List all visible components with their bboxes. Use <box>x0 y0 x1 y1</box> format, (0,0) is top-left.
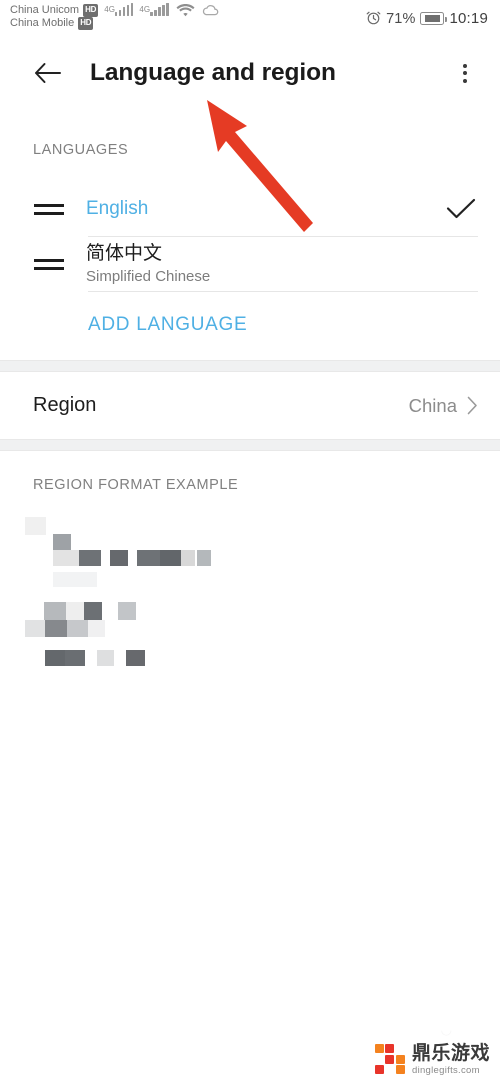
chevron-right-icon <box>467 396 477 415</box>
language-row-simplified-chinese[interactable]: 简体中文 Simplified Chinese <box>0 237 500 291</box>
wifi-icon <box>176 3 195 19</box>
section-separator-band <box>0 360 500 372</box>
carrier-secondary-label: China Mobile <box>10 16 75 29</box>
region-format-example-content <box>0 509 500 666</box>
network-type-secondary: 4G <box>139 5 151 14</box>
drag-handle-icon[interactable] <box>34 258 64 270</box>
more-vertical-icon-dot <box>463 63 467 68</box>
region-label: Region <box>33 394 97 416</box>
battery-icon <box>420 12 448 25</box>
back-button[interactable] <box>30 56 64 90</box>
hd-badge-secondary: HD <box>78 17 94 30</box>
hd-badge-primary: HD <box>83 4 99 17</box>
watermark-text: 鼎乐游戏 dinglegifts.com <box>412 1044 490 1076</box>
carrier-info: China Unicom HD China Mobile HD <box>10 3 99 30</box>
signal-bars-secondary-icon <box>150 3 169 16</box>
drag-handle-icon[interactable] <box>34 203 64 215</box>
carrier-primary-label: China Unicom <box>10 4 80 16</box>
signal-bars-primary-icon <box>114 3 134 16</box>
language-list: English 简体中文 Simplified Chinese ADD LANG… <box>0 182 500 360</box>
region-row[interactable]: Region China <box>0 372 500 439</box>
more-vertical-icon-dot <box>463 78 467 83</box>
add-language-button[interactable]: ADD LANGUAGE <box>0 292 247 360</box>
more-vertical-icon-dot <box>463 71 467 75</box>
language-name-primary: 简体中文 <box>86 242 163 264</box>
battery-percent-label: 71% <box>386 10 416 27</box>
watermark: 鼎乐游戏 dinglegifts.com <box>374 1044 490 1076</box>
app-bar: Language and region <box>0 42 500 104</box>
add-language-row: ADD LANGUAGE <box>0 292 500 360</box>
network-type-primary: 4G <box>104 5 115 14</box>
dinglegifts-logo-icon <box>374 1044 405 1075</box>
region-value: China <box>408 394 457 416</box>
cloud-icon <box>202 3 219 19</box>
carrier-primary-row: China Unicom HD <box>10 4 99 17</box>
page-title: Language and region <box>90 59 336 86</box>
language-row-english[interactable]: English <box>0 182 500 236</box>
overflow-menu-button[interactable] <box>448 56 482 90</box>
region-format-section-header: REGION FORMAT EXAMPLE <box>33 477 239 493</box>
status-clock: 10:19 <box>449 10 488 27</box>
language-texts: 简体中文 Simplified Chinese <box>86 241 210 288</box>
language-texts: English <box>86 196 148 222</box>
check-icon <box>444 192 478 226</box>
signal-group-secondary: 4G <box>139 3 169 19</box>
watermark-brand: 鼎乐游戏 <box>411 1042 490 1064</box>
arrow-left-icon <box>34 63 61 83</box>
languages-section-header: LANGUAGES <box>33 142 129 158</box>
language-name-primary: English <box>86 198 149 220</box>
region-value-group: China <box>409 395 478 417</box>
gesture-hint-icon: ◡ <box>440 1022 452 1037</box>
status-right-group: 71% 10:19 <box>359 3 488 27</box>
status-bar: China Unicom HD China Mobile HD 4G 4G 71… <box>0 0 500 42</box>
carrier-secondary-row: China Mobile HD <box>10 17 98 30</box>
section-separator-band <box>0 439 500 451</box>
watermark-url: dinglegifts.com <box>411 1064 480 1076</box>
alarm-clock-icon <box>366 10 381 27</box>
language-name-secondary: Simplified Chinese <box>86 268 211 286</box>
signal-group-primary: 4G <box>104 3 134 19</box>
